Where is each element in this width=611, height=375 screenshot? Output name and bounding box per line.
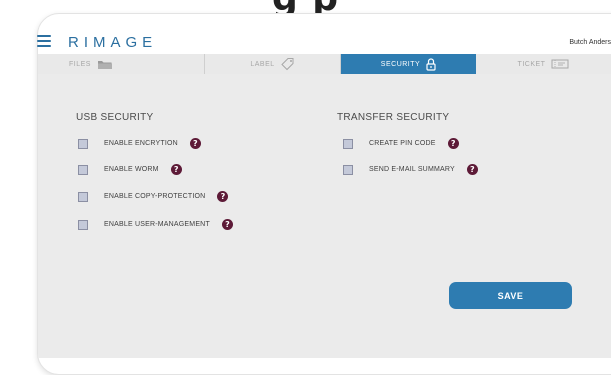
- create-pin-code-checkbox[interactable]: [343, 138, 353, 149]
- transfer-security-title: TRANSFER SECURITY: [337, 112, 450, 123]
- help-icon[interactable]: ?: [189, 138, 201, 149]
- tab-label: TICKET: [517, 60, 546, 68]
- option-label: ENABLE USER-MANAGEMENT: [104, 221, 210, 228]
- option-label: ENABLE ENCRYTION: [104, 140, 178, 147]
- tab-bar: FILES LABEL SECURITY TICKET: [38, 54, 611, 74]
- app-window: RIMAGE Butch Anders FILES LABEL SECURITY: [37, 32, 611, 358]
- help-icon[interactable]: ?: [447, 138, 459, 149]
- enable-copy-protection-checkbox[interactable]: [78, 191, 88, 202]
- user-name[interactable]: Butch Anders: [569, 39, 611, 46]
- tab-security[interactable]: SECURITY: [341, 54, 476, 74]
- option-send-email-summary: SEND E-MAIL SUMMARY ?: [343, 164, 478, 175]
- enable-worm-checkbox[interactable]: [78, 164, 88, 175]
- tag-icon: [280, 58, 294, 71]
- save-button[interactable]: SAVE: [449, 282, 572, 309]
- enable-encryption-checkbox[interactable]: [78, 138, 88, 149]
- option-enable-copy-protection: ENABLE COPY-PROTECTION ?: [78, 191, 229, 202]
- enable-user-management-checkbox[interactable]: [78, 219, 88, 230]
- folder-icon: [97, 60, 112, 69]
- tab-label: SECURITY: [380, 60, 421, 68]
- option-enable-user-management: ENABLE USER-MANAGEMENT ?: [78, 219, 233, 230]
- security-panel: USB SECURITY ENABLE ENCRYTION ? ENABLE W…: [38, 74, 611, 358]
- help-icon[interactable]: ?: [466, 164, 478, 175]
- tab-label[interactable]: LABEL: [205, 54, 341, 74]
- lock-icon: [426, 57, 436, 71]
- help-icon[interactable]: ?: [170, 164, 182, 175]
- help-icon[interactable]: ?: [217, 191, 229, 202]
- usb-security-title: USB SECURITY: [76, 112, 154, 123]
- ticket-icon: [551, 59, 569, 69]
- menu-icon[interactable]: [37, 35, 51, 47]
- option-label: CREATE PIN CODE: [369, 140, 436, 147]
- rimage-logo: RIMAGE: [68, 34, 158, 51]
- option-label: ENABLE WORM: [104, 166, 159, 173]
- option-enable-worm: ENABLE WORM ?: [78, 164, 182, 175]
- send-email-summary-checkbox[interactable]: [343, 164, 353, 175]
- option-label: SEND E-MAIL SUMMARY: [369, 166, 455, 173]
- option-label: ENABLE COPY-PROTECTION: [104, 193, 206, 200]
- option-create-pin-code: CREATE PIN CODE ?: [343, 138, 459, 149]
- tab-label: FILES: [69, 60, 91, 68]
- help-icon[interactable]: ?: [221, 219, 233, 230]
- option-enable-encryption: ENABLE ENCRYTION ?: [78, 138, 201, 149]
- tab-label-text: LABEL: [250, 60, 275, 68]
- tab-files[interactable]: FILES: [38, 54, 205, 74]
- tab-ticket[interactable]: TICKET: [476, 54, 611, 74]
